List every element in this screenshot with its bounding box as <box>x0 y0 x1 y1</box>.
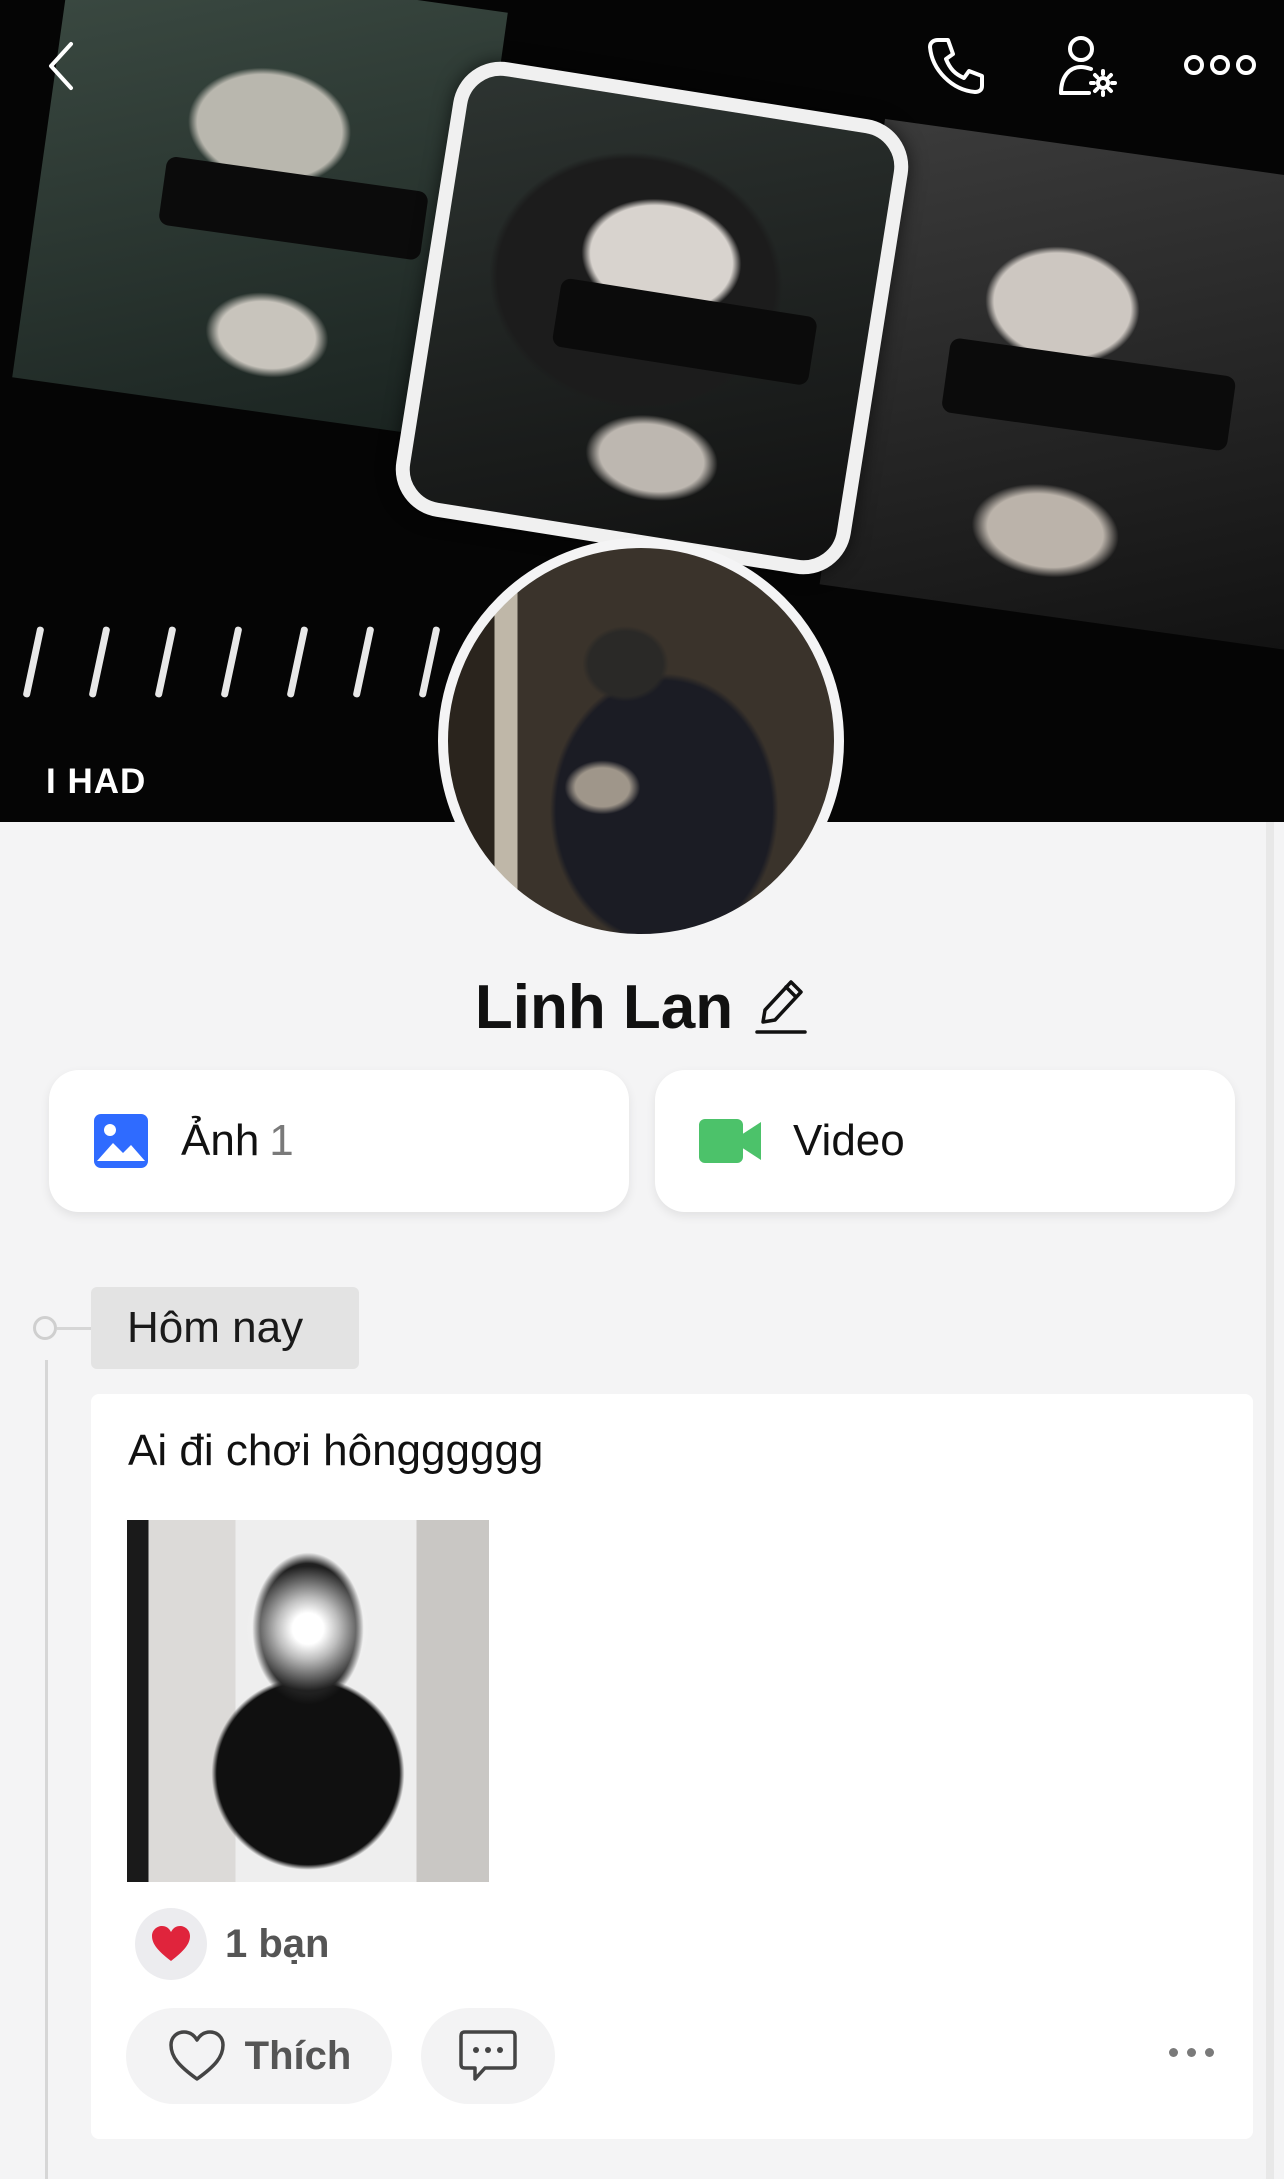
like-button[interactable]: Thích <box>126 2008 392 2104</box>
film-tick <box>220 626 243 698</box>
post-text: Ai đi chơi hôngggggg <box>128 1426 544 1475</box>
post-photo[interactable] <box>127 1520 489 1882</box>
film-tick <box>418 626 441 698</box>
more-dot <box>1187 2048 1196 2057</box>
videos-label: Video <box>793 1116 905 1165</box>
call-button[interactable] <box>920 30 992 102</box>
videos-button[interactable]: Video <box>655 1070 1235 1212</box>
photos-button[interactable]: Ảnh 1 <box>49 1070 629 1212</box>
photos-count: 1 <box>269 1116 294 1165</box>
video-camera-icon <box>699 1119 761 1163</box>
reaction-count: 1 bạn <box>225 1921 330 1966</box>
more-dots-icon <box>1184 55 1256 75</box>
timeline-dot <box>33 1316 57 1340</box>
heart-outline-icon <box>168 2030 225 2081</box>
user-gear-icon <box>1059 36 1117 97</box>
photos-label: Ảnh <box>181 1116 260 1165</box>
back-button[interactable] <box>34 30 88 102</box>
profile-name-row: Linh Lan <box>0 972 1284 1043</box>
date-label: Hôm nay <box>91 1287 359 1369</box>
film-tick <box>352 626 375 698</box>
film-tick <box>88 626 111 698</box>
pencil-icon <box>755 980 807 1034</box>
post-card: Ai đi chơi hôngggggg 1 bạn Thích <box>91 1394 1253 2139</box>
timeline-connector <box>57 1327 91 1330</box>
photo-icon <box>94 1114 148 1168</box>
film-tick <box>22 626 45 698</box>
heart-reaction-badge <box>135 1908 207 1980</box>
like-label: Thích <box>244 2033 352 2078</box>
more-dot <box>1169 2048 1178 2057</box>
cover-collage-photo-center <box>388 54 916 582</box>
avatar[interactable] <box>438 538 844 944</box>
post-more-button[interactable] <box>1157 2036 1226 2069</box>
more-options-button[interactable] <box>1180 40 1260 90</box>
reaction-summary[interactable]: 1 bạn <box>135 1908 329 1980</box>
cover-caption: I HAD <box>46 762 147 801</box>
phone-icon <box>928 38 984 94</box>
profile-name: Linh Lan <box>474 973 734 1042</box>
edit-name-button[interactable] <box>753 974 809 1041</box>
profile-settings-button[interactable] <box>1050 28 1126 104</box>
profile-screen: I HAD Linh Lan Ảnh 1 Video Hôm nay Ai đi… <box>0 0 1284 2179</box>
heart-filled-icon <box>152 1926 190 1961</box>
more-dot <box>1205 2048 1214 2057</box>
timeline-line <box>45 1360 48 2179</box>
film-tick <box>154 626 177 698</box>
chevron-left-icon <box>49 42 73 90</box>
comment-button[interactable] <box>421 2008 555 2104</box>
comment-icon <box>459 2030 517 2081</box>
film-tick <box>286 626 309 698</box>
scrollbar[interactable] <box>1266 822 1274 2179</box>
